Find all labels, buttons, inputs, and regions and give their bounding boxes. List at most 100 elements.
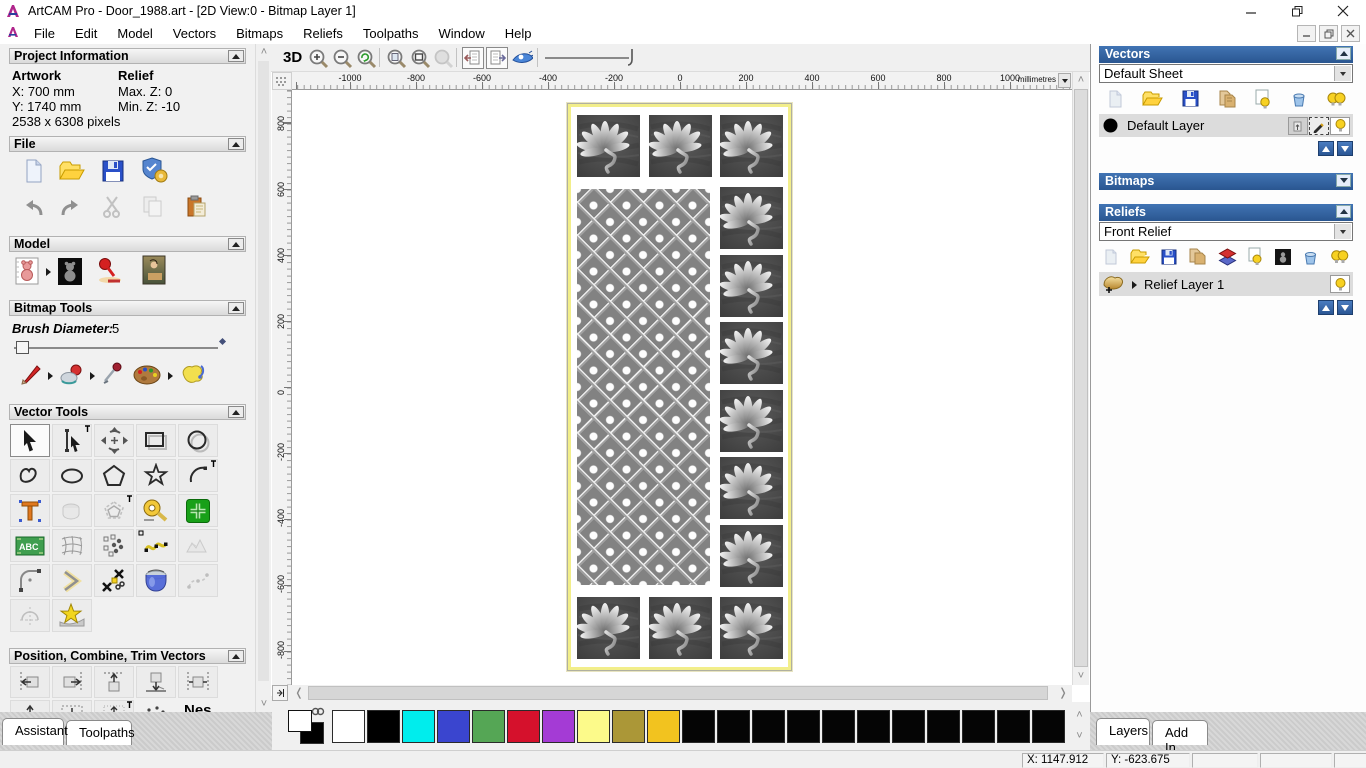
switch-3d-button[interactable]: 3D [283, 49, 302, 66]
vector-sheet-select[interactable]: Default Sheet [1099, 64, 1353, 83]
mdi-restore-button[interactable] [1319, 25, 1338, 42]
menu-toolpaths[interactable]: Toolpaths [353, 24, 429, 43]
collapse-section-button[interactable] [228, 50, 244, 62]
ellipse-tool[interactable] [52, 459, 92, 492]
relief-select[interactable]: Front Relief [1099, 222, 1353, 241]
restore-button[interactable] [1274, 0, 1320, 22]
palette-swatch-11[interactable] [717, 710, 750, 743]
save-relief-icon[interactable] [1160, 248, 1178, 269]
copy-icon[interactable] [140, 194, 166, 220]
palette-swatch-10[interactable] [682, 710, 715, 743]
move-layer-up-button[interactable] [1318, 141, 1334, 156]
rectangle-tool[interactable] [136, 424, 176, 457]
trim-vectors-tool[interactable] [94, 564, 134, 597]
pick-colour-icon[interactable] [100, 360, 126, 388]
texture-relief-icon[interactable] [140, 254, 168, 286]
paint-icon[interactable] [18, 362, 44, 388]
zoom-selection-icon[interactable] [385, 47, 407, 69]
link-colours-icon[interactable] [178, 360, 208, 388]
toggle-visibility-icon[interactable] [1247, 247, 1264, 269]
expand-section-button[interactable] [1336, 174, 1351, 187]
save-model-icon[interactable] [100, 158, 126, 184]
all-visible-icon[interactable] [1329, 247, 1350, 269]
merge-relief-icon[interactable] [1188, 247, 1207, 269]
align-left-tool[interactable] [10, 666, 50, 698]
paste-green-tool[interactable] [178, 494, 218, 527]
arc-tool[interactable] [178, 459, 218, 492]
scroll-thumb[interactable] [308, 686, 1048, 700]
wrap-star-tool[interactable] [52, 599, 92, 632]
star-tool[interactable] [136, 459, 176, 492]
delete-layer-icon[interactable] [1290, 89, 1308, 111]
centre-boxed-tool[interactable] [52, 700, 92, 712]
palette-swatch-13[interactable] [787, 710, 820, 743]
menu-window[interactable]: Window [429, 24, 495, 43]
palette-swatch-3[interactable] [437, 710, 470, 743]
menu-file[interactable]: File [24, 24, 65, 43]
delete-relief-icon[interactable] [1302, 248, 1319, 269]
scroll-up-button[interactable]: ˄ [256, 44, 272, 60]
colour-selector[interactable] [288, 705, 328, 746]
move-layer-up-button[interactable] [1318, 300, 1334, 315]
primary-colour-swatch[interactable] [288, 710, 312, 732]
dotted-curve-tool[interactable] [178, 564, 218, 597]
open-vectors-icon[interactable] [1142, 89, 1164, 111]
select-vectors-tool[interactable] [10, 424, 50, 457]
pour-tool[interactable] [52, 494, 92, 527]
collapse-section-button[interactable] [1336, 47, 1351, 60]
canvas-2d-view[interactable] [292, 90, 1072, 685]
mountains-tool[interactable] [178, 529, 218, 562]
centre-in-page-tool[interactable] [10, 700, 50, 712]
vector-layer-row[interactable]: Default Layer [1099, 114, 1353, 137]
flood-fill-icon[interactable] [58, 362, 86, 388]
brush-slider-track[interactable] [14, 347, 218, 349]
chamfer-tool[interactable] [52, 564, 92, 597]
zoom-slider-handle[interactable] [627, 48, 637, 70]
palette-swatch-2[interactable] [402, 710, 435, 743]
align-right-tool[interactable] [52, 666, 92, 698]
polygon-tool[interactable] [94, 459, 134, 492]
paste-icon[interactable] [184, 194, 210, 220]
palette-swatch-7[interactable] [577, 710, 610, 743]
palette-swatch-18[interactable] [962, 710, 995, 743]
paste-along-curve-tool[interactable] [94, 529, 134, 562]
expand-arrow-icon[interactable] [1132, 277, 1137, 292]
align-top-tool[interactable] [94, 666, 134, 698]
scroll-thumb[interactable] [258, 61, 269, 681]
palette-swatch-15[interactable] [857, 710, 890, 743]
clipart-3d-tool[interactable] [136, 564, 176, 597]
ruler-origin-button[interactable] [272, 72, 292, 90]
undo-icon[interactable] [20, 196, 46, 220]
close-button[interactable] [1320, 0, 1366, 22]
move-layer-down-button[interactable] [1337, 141, 1353, 156]
assistant-scrollbar[interactable]: ˄ ˅ [255, 44, 272, 712]
link-colours-icon[interactable] [311, 705, 325, 720]
layer-visible-icon[interactable] [1330, 275, 1350, 293]
zoom-slider-track[interactable] [545, 57, 629, 59]
tab-assistant[interactable]: Assistant [2, 718, 68, 745]
palette-swatch-9[interactable] [647, 710, 680, 743]
layer-visible-icon[interactable] [1330, 116, 1350, 135]
collapse-section-button[interactable] [228, 302, 244, 314]
minimize-button[interactable] [1228, 0, 1274, 22]
palette-swatch-0[interactable] [332, 710, 365, 743]
new-sheet-icon[interactable] [1105, 89, 1125, 112]
panel-toggle-button[interactable] [272, 685, 288, 701]
centre-dotted-tool[interactable] [94, 700, 134, 712]
new-model-icon[interactable] [20, 158, 46, 184]
tab-layers[interactable]: Layers [1096, 718, 1150, 745]
palette-swatch-4[interactable] [472, 710, 505, 743]
collapse-section-button[interactable] [228, 650, 244, 662]
collapse-section-button[interactable] [228, 138, 244, 150]
colour-palette-icon[interactable] [132, 362, 164, 388]
flyout-arrow-icon[interactable] [90, 372, 95, 380]
scatter-tool[interactable] [136, 700, 176, 712]
collapse-section-button[interactable] [1336, 205, 1351, 218]
zoom-scale-icon[interactable] [355, 47, 377, 69]
transform-vectors-tool[interactable] [94, 424, 134, 457]
palette-scroll-down[interactable]: ˅ [1072, 728, 1087, 745]
tab-add-in[interactable]: Add In [1152, 720, 1208, 755]
text-block-tool[interactable]: ABC [10, 529, 50, 562]
save-vectors-icon[interactable] [1181, 89, 1200, 111]
text-tool[interactable] [10, 494, 50, 527]
